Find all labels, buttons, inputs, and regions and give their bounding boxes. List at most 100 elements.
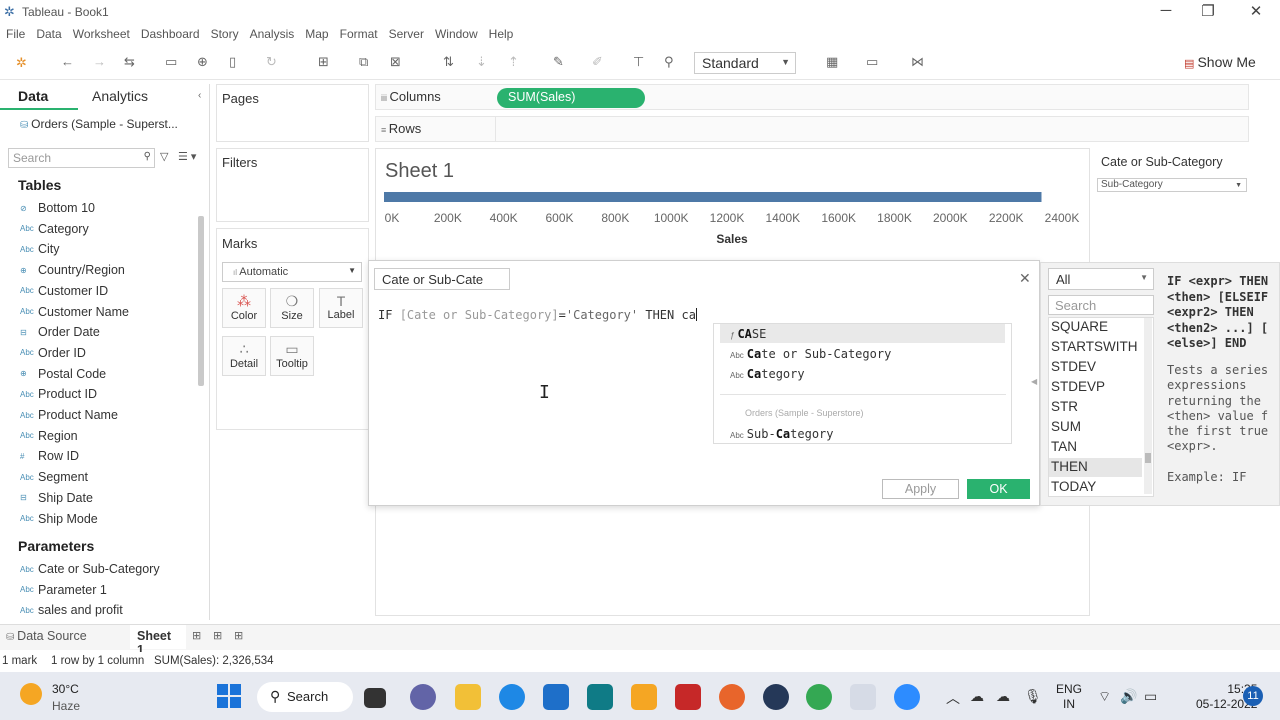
autocomplete-item-cate-or-sub[interactable]: Abc Cate or Sub-Category <box>730 347 891 361</box>
teams-icon[interactable] <box>410 684 436 710</box>
file-explorer-icon[interactable] <box>455 684 481 710</box>
function-search-input[interactable]: Search <box>1048 295 1154 315</box>
parameter-item[interactable]: Abc sales and profit <box>20 600 123 620</box>
collapse-pane-icon[interactable]: ‹ <box>198 90 201 101</box>
edge-icon[interactable] <box>499 684 525 710</box>
field-item[interactable]: Abc Customer ID <box>20 281 108 301</box>
size-button[interactable]: ❍ Size <box>270 288 314 328</box>
store-icon[interactable] <box>543 684 569 710</box>
new-dashboard-icon[interactable]: ⊞ <box>213 629 222 642</box>
field-item[interactable]: # Row ID <box>20 446 79 466</box>
notification-badge[interactable]: 11 <box>1243 686 1263 706</box>
scroll-thumb[interactable] <box>1145 453 1151 463</box>
parameter-item[interactable]: Abc Cate or Sub-Category <box>20 559 160 579</box>
menu-server[interactable]: Server <box>389 27 424 41</box>
function-list-scrollbar[interactable] <box>1144 318 1152 494</box>
filter-icon[interactable]: ▽ <box>160 150 168 163</box>
field-item[interactable]: Abc Order ID <box>20 343 86 363</box>
close-icon[interactable]: ✕ <box>1019 270 1031 287</box>
tab-data[interactable]: Data <box>18 88 48 104</box>
field-item[interactable]: ⊕ Country/Region <box>20 260 125 280</box>
parameter-control-select[interactable]: Sub-Category ▼ <box>1097 178 1247 192</box>
function-category-select[interactable]: All ▼ <box>1048 268 1154 290</box>
fit-select[interactable]: Standard ▼ <box>694 52 796 74</box>
new-sheet-icon[interactable]: ⊞ <box>318 54 329 70</box>
autocomplete-item-category[interactable]: Abc Category <box>730 367 805 381</box>
menu-help[interactable]: Help <box>489 27 514 41</box>
app-icon[interactable] <box>587 684 613 710</box>
duplicate-icon[interactable]: ⧉ <box>359 54 368 70</box>
onedrive-icon[interactable]: ☁ <box>970 688 984 705</box>
calculation-name-input[interactable]: Cate or Sub-Cate <box>374 268 510 290</box>
function-item[interactable]: SUM <box>1051 419 1081 434</box>
chrome-icon[interactable] <box>806 684 832 710</box>
highlight-icon[interactable]: ✎ <box>553 54 564 70</box>
sum-sales-pill[interactable]: SUM(Sales) <box>497 88 645 108</box>
menu-story[interactable]: Story <box>211 27 239 41</box>
new-story-icon[interactable]: ⊞ <box>234 629 243 642</box>
refresh-icon[interactable]: ↻ <box>266 54 277 70</box>
field-item[interactable]: Abc Customer Name <box>20 302 129 322</box>
redo-icon[interactable]: → <box>93 54 106 69</box>
collapse-functions-icon[interactable]: ◀ <box>1031 377 1037 386</box>
function-item[interactable]: STDEV <box>1051 359 1096 374</box>
sort-asc-icon[interactable]: ⇣ <box>476 54 487 70</box>
view-list-icon[interactable]: ☰ ▾ <box>178 150 196 163</box>
pause-updates-icon[interactable]: ▯ <box>229 54 236 70</box>
clear-icon[interactable]: ⊠ <box>390 54 401 70</box>
taskbar-search[interactable]: ⚲ Search <box>257 682 353 712</box>
field-item[interactable]: Abc Segment <box>20 467 88 487</box>
battery-icon[interactable]: ▭ <box>1144 688 1157 705</box>
presentation-icon[interactable]: ▭ <box>866 54 878 70</box>
tray-chevron-icon[interactable]: ︿ <box>946 688 960 708</box>
field-item[interactable]: Abc Product Name <box>20 405 118 425</box>
menu-dashboard[interactable]: Dashboard <box>141 27 200 41</box>
task-view-icon[interactable] <box>364 688 386 708</box>
menu-worksheet[interactable]: Worksheet <box>73 27 130 41</box>
sort-desc-icon[interactable]: ⇡ <box>508 54 519 70</box>
mark-type-select[interactable]: ıl Automatic ▼ <box>222 262 362 282</box>
swap-rows-cols-icon[interactable]: ⇅ <box>443 54 454 70</box>
mcafee-icon[interactable] <box>675 684 701 710</box>
app-icon-2[interactable] <box>631 684 657 710</box>
tableau-home-icon[interactable]: ✲ <box>16 55 27 71</box>
zoom-icon[interactable] <box>894 684 920 710</box>
share-icon[interactable]: ⋈ <box>911 54 924 70</box>
autocomplete-item-sub-category[interactable]: Abc Sub-Category <box>730 427 834 441</box>
rows-shelf[interactable] <box>375 116 1249 142</box>
formula-editor[interactable]: IF [Cate or Sub-Category]='Category' THE… <box>378 308 697 322</box>
sales-bar[interactable] <box>384 192 1042 202</box>
tooltip-button[interactable]: ▭ Tooltip <box>270 336 314 376</box>
field-search-input[interactable]: Search ⚲ <box>8 148 155 168</box>
function-item[interactable]: THEN <box>1051 459 1088 474</box>
field-item[interactable]: ⊕ Postal Code <box>20 364 106 384</box>
field-item[interactable]: ⊟ Order Date <box>20 322 100 342</box>
field-item[interactable]: Abc Category <box>20 219 89 239</box>
restore-icon[interactable]: ❐ <box>1188 2 1228 20</box>
autocomplete-item-case[interactable]: ƒ CASE <box>730 327 766 341</box>
new-datasource-icon[interactable]: ⊕ <box>197 54 208 70</box>
minimize-icon[interactable]: ─ <box>1146 2 1186 19</box>
undo-icon[interactable]: ← <box>61 54 74 69</box>
function-item[interactable]: TAN <box>1051 439 1077 454</box>
tab-analytics[interactable]: Analytics <box>92 88 148 104</box>
field-list-scrollbar[interactable] <box>198 216 204 386</box>
apply-button[interactable]: Apply <box>882 479 959 499</box>
function-item[interactable]: SQUARE <box>1051 319 1108 334</box>
weather-icon[interactable] <box>20 683 42 705</box>
menu-window[interactable]: Window <box>435 27 478 41</box>
pin-icon[interactable]: ⚲ <box>664 54 674 70</box>
volume-icon[interactable]: 🔊 <box>1120 688 1137 705</box>
field-item[interactable]: Abc Region <box>20 426 78 446</box>
labels-icon[interactable]: ⊤ <box>633 54 644 70</box>
field-item[interactable]: ⊘ Bottom 10 <box>20 198 95 218</box>
microphone-icon[interactable]: 🎙 <box>1024 688 1042 705</box>
tab-data-source[interactable]: ⛁ Data Source <box>6 629 87 643</box>
save-icon[interactable]: ▭ <box>165 54 177 70</box>
app-icon-3[interactable] <box>763 684 789 710</box>
start-button[interactable] <box>217 684 241 708</box>
wifi-icon[interactable]: ⌔ <box>1098 688 1111 706</box>
label-button[interactable]: T Label <box>319 288 363 328</box>
data-source-item[interactable]: ⛁ Orders (Sample - Superst... <box>20 117 178 131</box>
field-item[interactable]: Abc City <box>20 239 60 259</box>
